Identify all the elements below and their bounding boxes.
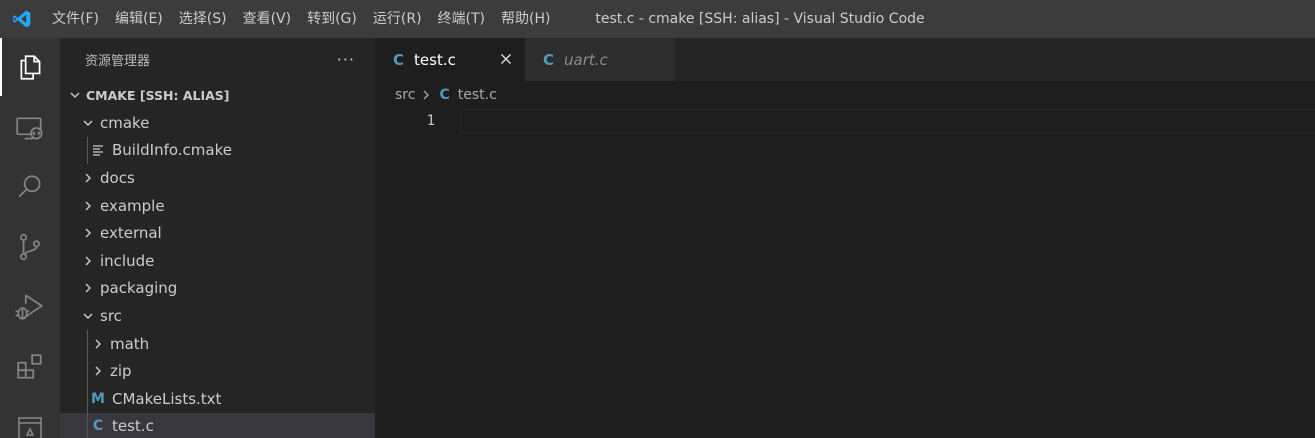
- tree-item-label: cmake: [100, 113, 150, 132]
- chevron-right-icon: [80, 198, 96, 214]
- remote-explorer-icon[interactable]: [0, 100, 60, 158]
- line-number: 1: [426, 113, 435, 129]
- lines-icon: [90, 144, 106, 156]
- explorer-sidebar: 资源管理器 ··· CMAKE [SSH: ALIAS] cmake BuildI…: [60, 38, 375, 438]
- tab-label: test.c: [414, 50, 456, 69]
- tree-item-label: external: [100, 224, 162, 243]
- tree-item-label: test.c: [112, 417, 154, 436]
- tab-label: uart.c: [564, 50, 608, 69]
- tab-bar: C test.c C uart.c: [375, 38, 1315, 81]
- tab-uart-c[interactable]: C uart.c: [525, 38, 675, 81]
- menu-item[interactable]: 帮助(H): [493, 0, 558, 38]
- source-control-icon[interactable]: [0, 218, 60, 276]
- chevron-right-icon: [90, 336, 106, 352]
- c-file-icon: C: [393, 50, 405, 69]
- tab-test-c[interactable]: C test.c: [375, 38, 525, 81]
- folder-item[interactable]: cmake: [60, 109, 375, 137]
- menu-item[interactable]: 文件(F): [44, 0, 107, 38]
- chevron-down-icon: [80, 115, 96, 131]
- chevron-right-icon: [80, 225, 96, 241]
- menu-item[interactable]: 选择(S): [171, 0, 235, 38]
- c-file-icon: C: [543, 50, 555, 69]
- folder-item[interactable]: zip: [60, 357, 375, 385]
- chevron-down-icon: [80, 308, 96, 324]
- tree-item-label: BuildInfo.cmake: [112, 141, 232, 160]
- activity-bar: [0, 38, 60, 438]
- code-line: 1: [375, 109, 1315, 133]
- editor-area: C test.c C uart.c src C test.c 1: [375, 38, 1315, 438]
- chevron-down-icon: [66, 89, 84, 101]
- chevron-right-icon: [421, 89, 431, 101]
- tree-item-label: zip: [110, 362, 132, 381]
- indent-guide: [87, 136, 88, 165]
- folder-item[interactable]: src: [60, 302, 375, 330]
- chevron-right-icon: [80, 170, 96, 186]
- title-bar: 文件(F) 编辑(E) 选择(S) 查看(V) 转到(G) 运行(R) 终端(T) 帮助(H)…: [0, 0, 1315, 38]
- sidebar-header: 资源管理器 ···: [60, 38, 375, 81]
- tree-item-label: math: [110, 334, 150, 353]
- cmake-file-icon: M: [91, 390, 105, 407]
- tree-item-label: packaging: [100, 279, 178, 298]
- workspace-title: CMAKE [SSH: ALIAS]: [86, 87, 230, 103]
- menu-item[interactable]: 查看(V): [235, 0, 300, 38]
- current-line-highlight[interactable]: [460, 109, 1315, 133]
- remote-icon[interactable]: [0, 400, 60, 438]
- menu-item[interactable]: 运行(R): [365, 0, 430, 38]
- close-icon[interactable]: [497, 50, 515, 68]
- workspace-section-header[interactable]: CMAKE [SSH: ALIAS]: [60, 81, 375, 109]
- search-icon[interactable]: [0, 158, 60, 216]
- vscode-logo-icon[interactable]: [0, 0, 44, 38]
- file-item[interactable]: Ctest.c: [60, 412, 375, 438]
- menu-bar: 文件(F) 编辑(E) 选择(S) 查看(V) 转到(G) 运行(R) 终端(T) 帮助(H): [44, 0, 558, 38]
- file-tree: cmake BuildInfo.cmake docs example external i…: [60, 109, 375, 438]
- folder-item[interactable]: packaging: [60, 275, 375, 303]
- breadcrumb-file[interactable]: test.c: [458, 87, 497, 103]
- folder-item[interactable]: docs: [60, 164, 375, 192]
- folder-item[interactable]: include: [60, 247, 375, 275]
- indent-guide: [87, 329, 88, 438]
- chevron-right-icon: [90, 363, 106, 379]
- chevron-right-icon: [80, 253, 96, 269]
- folder-item[interactable]: math: [60, 330, 375, 358]
- extensions-icon[interactable]: [0, 338, 60, 396]
- run-debug-icon[interactable]: [0, 278, 60, 336]
- file-item[interactable]: BuildInfo.cmake: [60, 137, 375, 165]
- breadcrumb-folder[interactable]: src: [395, 87, 415, 103]
- folder-item[interactable]: example: [60, 192, 375, 220]
- sidebar-title: 资源管理器: [85, 54, 151, 69]
- tree-item-label: CMakeLists.txt: [112, 389, 222, 408]
- folder-item[interactable]: external: [60, 219, 375, 247]
- tree-item-label: example: [100, 196, 165, 215]
- tree-item-label: src: [100, 306, 122, 325]
- tree-item-label: docs: [100, 168, 135, 187]
- menu-item[interactable]: 终端(T): [430, 0, 493, 38]
- menu-item[interactable]: 转到(G): [299, 0, 365, 38]
- menu-item[interactable]: 编辑(E): [107, 0, 171, 38]
- file-item[interactable]: M CMakeLists.txt: [60, 385, 375, 413]
- more-actions-icon[interactable]: ···: [337, 50, 355, 69]
- breadcrumb: src C test.c: [375, 81, 1315, 109]
- c-file-icon: C: [92, 418, 104, 435]
- chevron-right-icon: [80, 280, 96, 296]
- tree-item-label: include: [100, 251, 155, 270]
- c-file-icon: C: [439, 87, 450, 103]
- explorer-icon[interactable]: [0, 38, 60, 96]
